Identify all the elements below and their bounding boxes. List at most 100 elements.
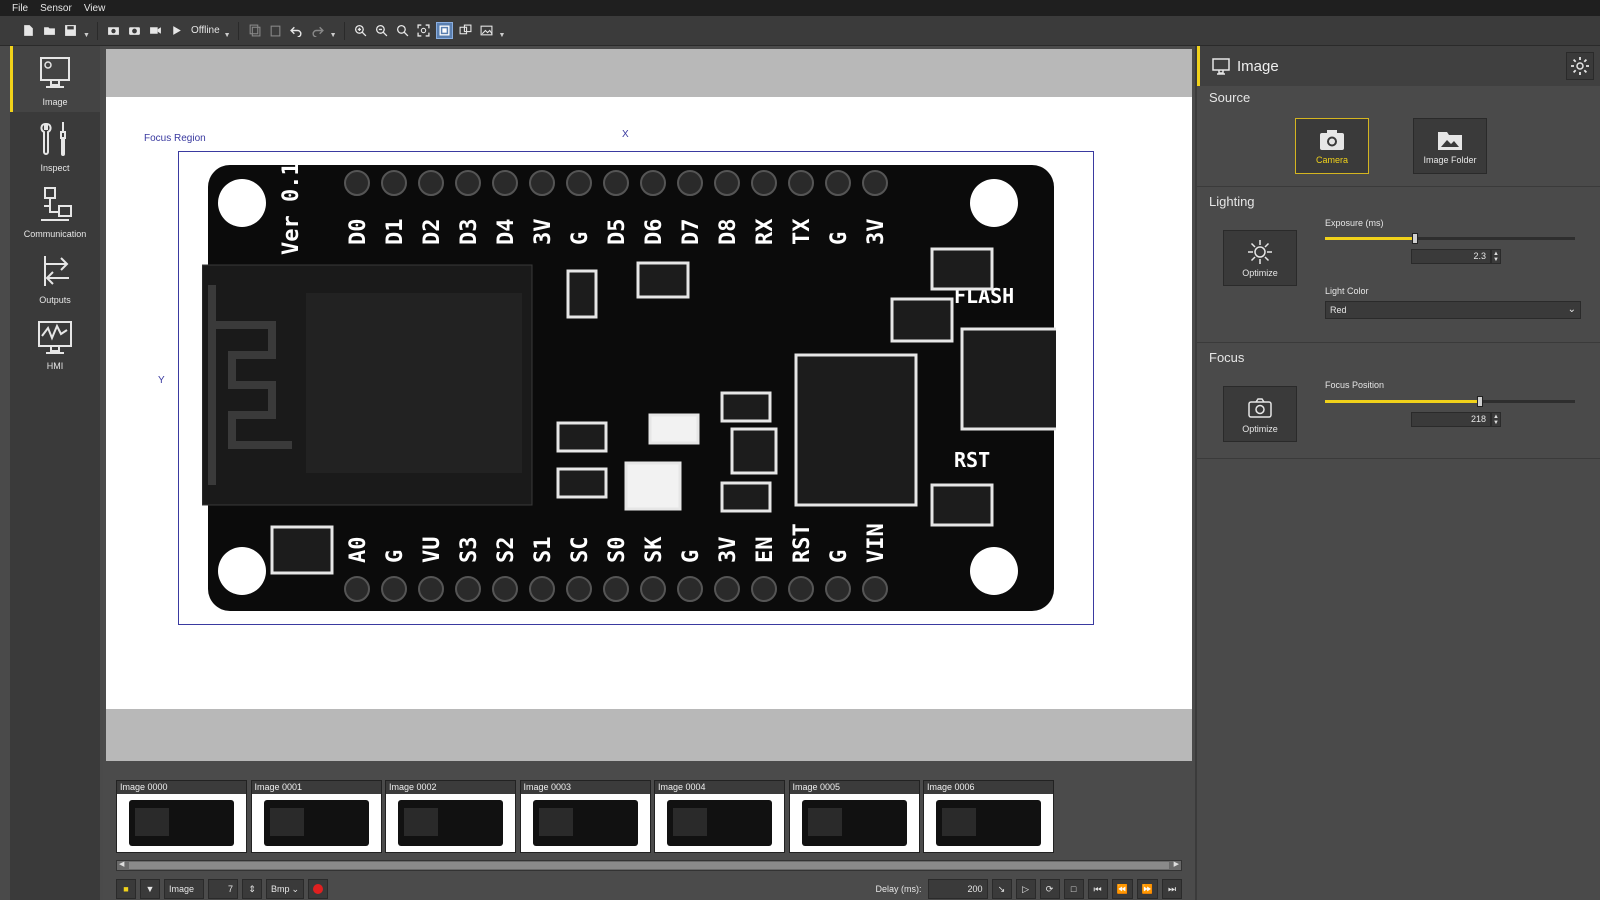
prev-frame-icon[interactable]: ⏪ — [1111, 879, 1133, 899]
view-dropdown-icon[interactable]: ▼ — [499, 32, 506, 39]
focus-optimize-button[interactable]: Optimize — [1223, 386, 1297, 442]
exposure-slider[interactable] — [1325, 233, 1575, 244]
y-marker[interactable]: Y — [158, 375, 165, 386]
section-divider — [1197, 186, 1600, 187]
exposure-label: Exposure (ms) — [1325, 218, 1384, 228]
image-thumbnail[interactable]: Image 0006 — [923, 780, 1054, 853]
offline-label[interactable]: Offline — [191, 25, 220, 36]
lighting-optimize-button[interactable]: Optimize — [1223, 230, 1297, 286]
format-select[interactable]: Bmp ⌄ — [266, 879, 304, 899]
menu-file[interactable]: File — [12, 3, 28, 14]
panel-title: Image — [1237, 58, 1279, 75]
source-select[interactable]: Image — [164, 879, 204, 899]
exposure-slider-handle[interactable] — [1412, 233, 1418, 244]
pin-label: S2 — [494, 537, 519, 564]
focus-region-label: Focus Region — [144, 133, 206, 144]
scroll-left-icon[interactable]: ◀ — [119, 860, 124, 868]
focus-position-input[interactable]: 218 — [1411, 412, 1491, 427]
nav-item-outputs[interactable]: Outputs — [10, 244, 100, 310]
x-marker[interactable]: X — [622, 129, 629, 140]
header-pin — [677, 576, 703, 602]
tools-icon — [40, 121, 66, 156]
image-thumbnail[interactable]: Image 0001 — [250, 780, 382, 853]
count-stepper[interactable]: ⇕ — [242, 879, 262, 899]
video-icon[interactable] — [147, 22, 164, 39]
mounting-hole — [970, 547, 1018, 595]
image-thumbnail[interactable]: Image 0002 — [385, 780, 516, 853]
nav-item-communication[interactable]: Communication — [10, 178, 100, 244]
image-folder-label: Image Folder — [1423, 155, 1477, 165]
menu-view[interactable]: View — [84, 3, 106, 14]
nav-item-image[interactable]: Image — [10, 46, 100, 112]
regulator-chip — [636, 261, 690, 299]
pin-label: 3V — [864, 219, 889, 246]
undo-icon[interactable] — [288, 22, 305, 39]
zoom-fit-icon[interactable] — [415, 22, 432, 39]
redo-icon[interactable] — [309, 22, 326, 39]
focus-position-slider[interactable] — [1325, 396, 1575, 407]
zoom-out-icon[interactable] — [373, 22, 390, 39]
menu-sensor[interactable]: Sensor — [40, 3, 72, 14]
image-thumbnail[interactable]: Image 0000 — [116, 780, 247, 853]
image-canvas[interactable]: Focus Region X Y D0 A0 D1 G D2 VU D3 S3 D4 S2 3V S1… — [106, 97, 1192, 709]
camera-icon[interactable] — [126, 22, 143, 39]
step-icon[interactable]: ↘ — [991, 879, 1012, 899]
delay-input[interactable]: 200 — [927, 879, 988, 899]
header-pin — [714, 170, 740, 196]
image-thumbnail[interactable]: Image 0005 — [788, 780, 920, 853]
play-icon[interactable] — [168, 22, 185, 39]
zoom-region-icon[interactable] — [435, 22, 453, 39]
first-frame-icon[interactable]: ⏮ — [1087, 879, 1108, 899]
image-folder-source-button[interactable]: Image Folder — [1413, 118, 1487, 174]
focus-position-stepper[interactable]: ▲ ▼ — [1491, 412, 1501, 427]
image-thumbnail[interactable]: Image 0004 — [654, 780, 785, 853]
image-viewport[interactable]: Focus Region X Y D0 A0 D1 G D2 VU D3 S3 D4 S2 3V S1… — [106, 49, 1192, 761]
header-pin — [492, 170, 518, 196]
next-frame-icon[interactable]: ⏩ — [1136, 879, 1158, 899]
nav-item-inspect[interactable]: Inspect — [10, 112, 100, 178]
image-thumbnail[interactable]: Image 0003 — [519, 780, 651, 853]
zoom-in-icon[interactable] — [352, 22, 369, 39]
save-dropdown-icon[interactable]: ▼ — [83, 32, 90, 39]
record-button[interactable] — [308, 879, 328, 899]
stop-button[interactable]: □ — [1063, 879, 1084, 899]
pcb-board-image: D0 A0 D1 G D2 VU D3 S3 D4 S2 3V S1 G SC D5 S0 D6 SK D7 G D8 3… — [202, 165, 1056, 611]
open-folder-icon[interactable] — [41, 22, 58, 39]
zoom-reset-icon[interactable] — [394, 22, 411, 39]
count-input[interactable]: 7 — [208, 879, 238, 899]
image-view-icon[interactable] — [478, 22, 495, 39]
header-pin — [751, 576, 777, 602]
image-swap-icon[interactable] — [457, 22, 474, 39]
play-button[interactable]: ▷ — [1015, 879, 1036, 899]
rst-label: RST — [954, 448, 990, 472]
nav-item-hmi[interactable]: HMI — [10, 310, 100, 376]
new-file-icon[interactable] — [20, 22, 37, 39]
filmstrip-scrollbar[interactable]: ◀ ▶ — [116, 860, 1182, 871]
folder-icon[interactable]: ■ — [116, 879, 136, 899]
loop-icon[interactable]: ⟳ — [1039, 879, 1060, 899]
header-pin — [603, 170, 629, 196]
offline-dropdown-icon[interactable]: ▼ — [224, 32, 231, 39]
header-pin — [529, 576, 555, 602]
folder-dropdown-icon[interactable]: ▼ — [140, 879, 160, 899]
crystal — [730, 427, 778, 475]
focus-slider-handle[interactable] — [1477, 396, 1483, 407]
scroll-right-icon[interactable]: ▶ — [1174, 860, 1179, 868]
scrollbar-thumb[interactable] — [129, 862, 1169, 869]
thumbnail-label: Image 0004 — [655, 781, 784, 794]
exposure-input[interactable]: 2.3 — [1411, 249, 1491, 264]
menu-bar: File Sensor View — [0, 0, 1600, 16]
redo-dropdown-icon[interactable]: ▼ — [330, 32, 337, 39]
white-led — [648, 413, 700, 445]
camera-source-button[interactable]: Camera — [1295, 118, 1369, 174]
exposure-stepper[interactable]: ▲ ▼ — [1491, 249, 1501, 264]
paste-icon[interactable] — [267, 22, 284, 39]
toolbar-divider — [237, 21, 239, 40]
settings-button[interactable] — [1566, 52, 1594, 80]
light-color-select[interactable]: Red ⌄ — [1325, 301, 1581, 319]
save-icon[interactable] — [62, 22, 79, 39]
camera-snapshot-icon[interactable] — [105, 22, 122, 39]
header-pin — [381, 576, 407, 602]
last-frame-icon[interactable]: ⏭ — [1162, 879, 1182, 899]
copy-icon[interactable] — [246, 22, 263, 39]
